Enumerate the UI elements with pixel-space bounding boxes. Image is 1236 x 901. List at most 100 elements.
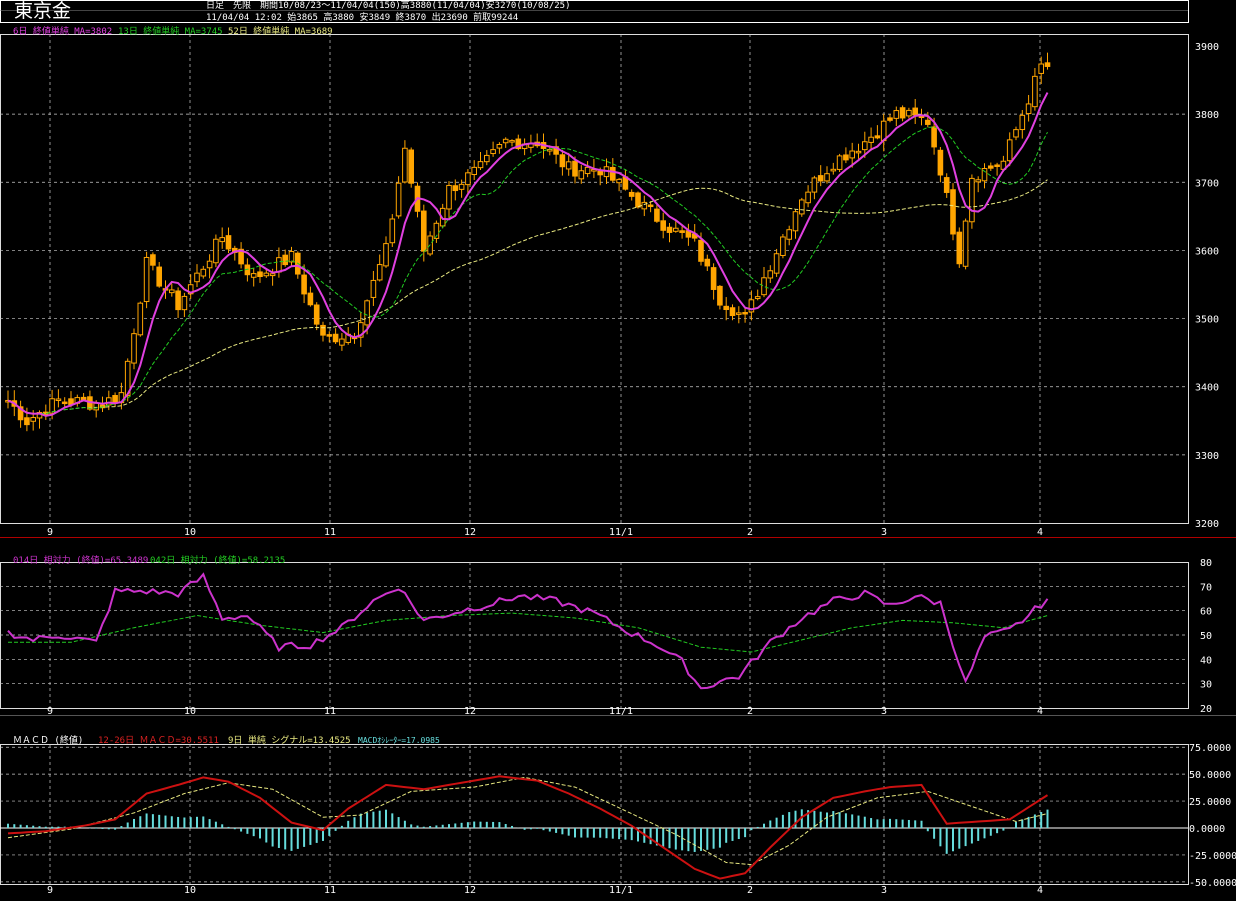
x-tick-label: 11/1 bbox=[609, 706, 633, 717]
candle-body bbox=[490, 149, 496, 155]
y-tick-label: -50.0000 bbox=[1189, 878, 1236, 889]
candle-body bbox=[389, 218, 396, 244]
candle-body bbox=[666, 226, 673, 233]
candle-body bbox=[962, 220, 969, 267]
y-tick-label: 70 bbox=[1200, 582, 1212, 593]
candle-body bbox=[225, 235, 232, 250]
candle-body bbox=[906, 109, 912, 117]
candle-body bbox=[717, 285, 723, 306]
candle-body bbox=[313, 304, 320, 325]
y-tick-label: 30 bbox=[1200, 680, 1212, 691]
candle-body bbox=[307, 292, 314, 306]
candle-body bbox=[421, 210, 427, 252]
candle-body bbox=[1038, 63, 1045, 74]
candle-body bbox=[509, 140, 515, 143]
y-tick-label: -25.0000 bbox=[1189, 851, 1236, 862]
chart-canvas: 9 10 11 12 11/1 2 3 4 9 10 11 12 11/1 2 3 4 9 10 11 12 11/1 2… bbox=[0, 0, 1236, 896]
candle-body bbox=[402, 147, 408, 183]
candle-body bbox=[471, 166, 477, 176]
candle-body bbox=[931, 126, 937, 148]
panel-frame bbox=[0, 562, 1189, 709]
candle-body bbox=[496, 144, 503, 149]
candle-body bbox=[654, 208, 660, 222]
candle-body bbox=[805, 191, 811, 204]
candle-body bbox=[24, 417, 30, 426]
x-tick-label: 10 bbox=[184, 885, 196, 896]
candle-body bbox=[446, 184, 452, 210]
x-tick-label: 12 bbox=[464, 885, 476, 896]
candle-body bbox=[736, 312, 742, 315]
candle-body bbox=[257, 271, 263, 278]
y-tick-label: 3600 bbox=[1195, 246, 1219, 257]
candle-body bbox=[862, 141, 868, 151]
candle-body bbox=[660, 220, 667, 231]
candle-body bbox=[912, 107, 919, 116]
candle-body bbox=[502, 138, 509, 144]
candle-body bbox=[156, 266, 162, 287]
x-tick-label: 4 bbox=[1037, 527, 1043, 538]
candle-body bbox=[988, 165, 994, 169]
y-tick-label: 75.0000 bbox=[1189, 743, 1231, 754]
y-tick-label: 3900 bbox=[1195, 42, 1219, 53]
candle-body bbox=[729, 307, 736, 317]
candle-body bbox=[30, 417, 36, 422]
candle-body bbox=[792, 211, 799, 232]
y-tick-label: 3800 bbox=[1195, 110, 1219, 121]
candle-body bbox=[780, 236, 786, 256]
candle-body bbox=[452, 185, 459, 192]
y-tick-label: 3500 bbox=[1195, 315, 1219, 326]
rsi14-line bbox=[7, 572, 1049, 690]
candle-body bbox=[383, 243, 389, 267]
period-info: 日足 先限 期間10/08/23〜11/04/04(150)高3880(11/0… bbox=[206, 1, 571, 11]
candle-body bbox=[698, 239, 704, 262]
y-tick-label: 3700 bbox=[1195, 178, 1219, 189]
x-tick-label: 11/1 bbox=[609, 885, 633, 896]
candle-body bbox=[975, 179, 982, 183]
candle-body bbox=[206, 260, 213, 269]
x-tick-label: 3 bbox=[881, 706, 887, 717]
candle-body bbox=[263, 272, 270, 277]
y-tick-label: 60 bbox=[1200, 607, 1212, 618]
candle-body bbox=[849, 150, 856, 159]
x-tick-label: 9 bbox=[47, 527, 53, 538]
candle-body bbox=[484, 154, 490, 163]
candle-body bbox=[754, 296, 761, 300]
candle-body bbox=[767, 270, 774, 279]
x-tick-label: 4 bbox=[1037, 885, 1043, 896]
candle-body bbox=[868, 136, 874, 143]
candle-body bbox=[799, 199, 805, 215]
y-tick-label: 20 bbox=[1200, 704, 1212, 715]
candle-body bbox=[269, 273, 276, 277]
x-tick-label: 4 bbox=[1037, 706, 1043, 717]
candle-body bbox=[169, 289, 175, 294]
candle-body bbox=[339, 338, 345, 346]
candle-body bbox=[572, 160, 578, 177]
candle-body bbox=[1019, 114, 1026, 131]
candle-body bbox=[704, 258, 711, 267]
x-tick-label: 10 bbox=[184, 706, 196, 717]
candle-body bbox=[458, 183, 465, 190]
candles bbox=[5, 52, 1051, 432]
x-tick-label: 9 bbox=[47, 885, 53, 896]
ma6-legend: 6日 終値単純 MA=3802 bbox=[13, 27, 113, 37]
candle-body bbox=[956, 231, 963, 265]
candle-body bbox=[597, 170, 604, 176]
candle-body bbox=[1013, 129, 1019, 138]
candle-body bbox=[786, 229, 793, 240]
candle-body bbox=[950, 189, 956, 235]
x-tick-label: 12 bbox=[464, 706, 476, 717]
candle-body bbox=[773, 253, 780, 274]
candle-body bbox=[610, 166, 616, 181]
candle-body bbox=[584, 166, 591, 175]
candle-body bbox=[635, 192, 641, 208]
ma52-legend: 52日 終値単純 MA=3689 bbox=[228, 27, 333, 37]
candle-body bbox=[143, 256, 150, 303]
y-tick-label: 50 bbox=[1200, 631, 1212, 642]
candle-body bbox=[408, 149, 414, 184]
candle-body bbox=[616, 178, 622, 184]
candle-body bbox=[679, 230, 685, 233]
y-tick-label: 50.0000 bbox=[1189, 770, 1231, 781]
candle-body bbox=[994, 164, 1000, 167]
panel-frame bbox=[0, 34, 1189, 524]
y-tick-label: 3300 bbox=[1195, 451, 1219, 462]
